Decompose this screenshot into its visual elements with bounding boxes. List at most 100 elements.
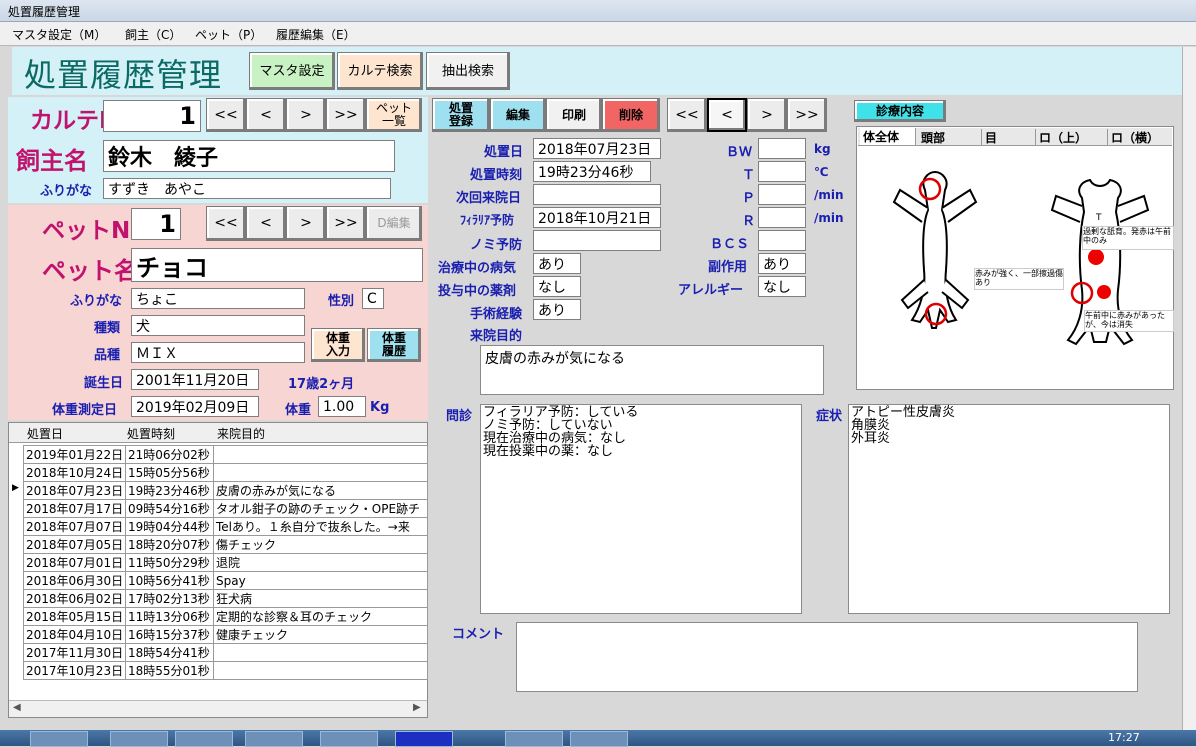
- pet-name-field[interactable]: チョコ: [131, 248, 423, 282]
- karte-prev-button[interactable]: <: [246, 98, 286, 132]
- comment-textarea[interactable]: [516, 622, 1138, 692]
- row-date-cell[interactable]: 2018年07月23日: [23, 481, 126, 500]
- table-row[interactable]: 2018年07月01日 11時50分29秒 退院: [23, 553, 428, 572]
- table-row[interactable]: 2018年07月17日 09時54分16秒 タオル鉗子の跡のチェック・OPE跡チ: [23, 499, 428, 518]
- row-time-cell[interactable]: 18時54分41秒: [125, 643, 214, 662]
- species-field[interactable]: 犬: [131, 315, 305, 336]
- breed-field[interactable]: ＭＩＸ: [131, 342, 305, 363]
- row-date-cell[interactable]: 2018年06月02日: [23, 589, 126, 608]
- weight-input-button[interactable]: 体重 入力: [311, 328, 365, 362]
- karte-next-button[interactable]: >: [286, 98, 326, 132]
- bcs-field[interactable]: [758, 230, 806, 251]
- table-row[interactable]: 2017年11月30日 18時54分41秒: [23, 643, 428, 662]
- pet-first-button[interactable]: <<: [206, 206, 246, 241]
- pet-last-button[interactable]: >>: [326, 206, 366, 241]
- filaria-field[interactable]: 2018年10月21日: [533, 207, 661, 228]
- side-effect-field[interactable]: あり: [758, 253, 806, 274]
- row-purpose-cell[interactable]: [213, 445, 428, 464]
- taskbar-item[interactable]: [110, 731, 168, 747]
- karte-first-button[interactable]: <<: [206, 98, 246, 132]
- row-time-cell[interactable]: 17時02分13秒: [125, 589, 214, 608]
- scroll-right-icon[interactable]: ▶: [413, 702, 421, 713]
- row-time-cell[interactable]: 19時23分46秒: [125, 481, 214, 500]
- edit-treatment-button[interactable]: 編集: [490, 98, 546, 132]
- row-time-cell[interactable]: 11時50分29秒: [125, 553, 214, 572]
- row-purpose-cell[interactable]: Telあり。１糸自分で抜糸した。→来: [213, 517, 428, 536]
- row-date-cell[interactable]: 2018年04月10日: [23, 625, 126, 644]
- table-row[interactable]: 2018年05月15日 11時13分06秒 定期的な診察＆耳のチェック: [23, 607, 428, 626]
- table-row[interactable]: 2018年07月07日 19時04分44秒 Telあり。１糸自分で抜糸した。→来: [23, 517, 428, 536]
- row-time-cell[interactable]: 16時15分37秒: [125, 625, 214, 644]
- table-row[interactable]: 2018年07月23日 19時23分46秒 皮膚の赤みが気になる: [23, 481, 428, 500]
- row-time-cell[interactable]: 11時13分06秒: [125, 607, 214, 626]
- taskbar-item[interactable]: [30, 731, 88, 747]
- karte-search-button[interactable]: カルテ検索: [337, 52, 423, 90]
- row-purpose-cell[interactable]: 狂犬病: [213, 589, 428, 608]
- row-date-cell[interactable]: 2017年10月23日: [23, 661, 126, 680]
- purpose-textarea[interactable]: 皮膚の赤みが気になる: [480, 345, 824, 395]
- treatment-prev-button[interactable]: <: [707, 98, 747, 132]
- tab-mouth-side[interactable]: ロ（横）: [1108, 129, 1172, 145]
- col-time-header[interactable]: 処置時刻: [127, 425, 175, 442]
- row-date-cell[interactable]: 2018年06月30日: [23, 571, 126, 590]
- owner-name-field[interactable]: 鈴木 綾子: [103, 140, 395, 172]
- taskbar-item[interactable]: [320, 731, 378, 747]
- table-row[interactable]: 2019年01月22日 21時06分02秒: [23, 445, 428, 464]
- disease-field[interactable]: あり: [533, 253, 581, 274]
- register-treatment-button[interactable]: 処置 登録: [432, 98, 490, 132]
- treatment-date-field[interactable]: 2018年07月23日: [533, 138, 661, 159]
- karte-no-field[interactable]: 1: [103, 100, 201, 132]
- row-purpose-cell[interactable]: Spay: [213, 571, 428, 590]
- row-purpose-cell[interactable]: [213, 463, 428, 482]
- birth-field[interactable]: 2001年11月20日: [131, 369, 259, 390]
- row-purpose-cell[interactable]: 定期的な診察＆耳のチェック: [213, 607, 428, 626]
- row-time-cell[interactable]: 15時05分56秒: [125, 463, 214, 482]
- table-row[interactable]: 2018年04月10日 16時15分37秒 健康チェック: [23, 625, 428, 644]
- sex-field[interactable]: C: [362, 288, 384, 309]
- row-date-cell[interactable]: 2019年01月22日: [23, 445, 126, 464]
- print-button[interactable]: 印刷: [546, 98, 602, 132]
- pet-edit-button[interactable]: D編集: [366, 206, 422, 241]
- flea-field[interactable]: [533, 230, 661, 251]
- history-hscrollbar[interactable]: ◀ ▶: [9, 700, 427, 717]
- row-date-cell[interactable]: 2018年10月24日: [23, 463, 126, 482]
- row-date-cell[interactable]: 2018年07月17日: [23, 499, 126, 518]
- col-purpose-header[interactable]: 来院目的: [217, 425, 265, 442]
- row-time-cell[interactable]: 10時56分41秒: [125, 571, 214, 590]
- menu-pet[interactable]: ペット（P）: [195, 26, 262, 43]
- taskbar-item[interactable]: [395, 731, 453, 747]
- tab-eye[interactable]: 目: [982, 129, 1036, 145]
- drug-field[interactable]: なし: [533, 276, 581, 297]
- treatment-first-button[interactable]: <<: [667, 98, 707, 132]
- weight-history-button[interactable]: 体重 履歴: [367, 328, 421, 362]
- extract-search-button[interactable]: 抽出検索: [426, 52, 510, 90]
- row-purpose-cell[interactable]: 傷チェック: [213, 535, 428, 554]
- taskbar-item[interactable]: [570, 731, 628, 747]
- diagnosis-content-button[interactable]: 診療内容: [854, 100, 946, 122]
- surgery-field[interactable]: あり: [533, 299, 581, 320]
- treatment-next-button[interactable]: >: [747, 98, 787, 132]
- allergy-field[interactable]: なし: [758, 276, 806, 297]
- pet-furigana-field[interactable]: ちょこ: [131, 288, 305, 309]
- table-row[interactable]: 2018年06月30日 10時56分41秒 Spay: [23, 571, 428, 590]
- row-date-cell[interactable]: 2018年07月01日: [23, 553, 126, 572]
- table-row[interactable]: 2018年10月24日 15時05分56秒: [23, 463, 428, 482]
- row-time-cell[interactable]: 18時20分07秒: [125, 535, 214, 554]
- t-field[interactable]: [758, 161, 806, 182]
- inquiry-textarea[interactable]: フィラリア予防：している ノミ予防：していない 現在治療中の病気：なし 現在投薬…: [480, 404, 802, 614]
- row-time-cell[interactable]: 09時54分16秒: [125, 499, 214, 518]
- delete-button[interactable]: 削除: [602, 98, 660, 132]
- row-purpose-cell[interactable]: 退院: [213, 553, 428, 572]
- taskbar-item[interactable]: [505, 731, 563, 747]
- row-purpose-cell[interactable]: 皮膚の赤みが気になる: [213, 481, 428, 500]
- symptom-textarea[interactable]: アトピー性皮膚炎 角膜炎 外耳炎: [848, 404, 1170, 614]
- row-purpose-cell[interactable]: 健康チェック: [213, 625, 428, 644]
- menu-history-edit[interactable]: 履歴編集（E）: [276, 26, 356, 43]
- table-row[interactable]: 2018年06月02日 17時02分13秒 狂犬病: [23, 589, 428, 608]
- row-time-cell[interactable]: 21時06分02秒: [125, 445, 214, 464]
- treatment-last-button[interactable]: >>: [787, 98, 827, 132]
- row-date-cell[interactable]: 2018年05月15日: [23, 607, 126, 626]
- row-purpose-cell[interactable]: タオル鉗子の跡のチェック・OPE跡チ: [213, 499, 428, 518]
- table-row[interactable]: 2017年10月23日 18時55分01秒: [23, 661, 428, 680]
- row-purpose-cell[interactable]: [213, 661, 428, 680]
